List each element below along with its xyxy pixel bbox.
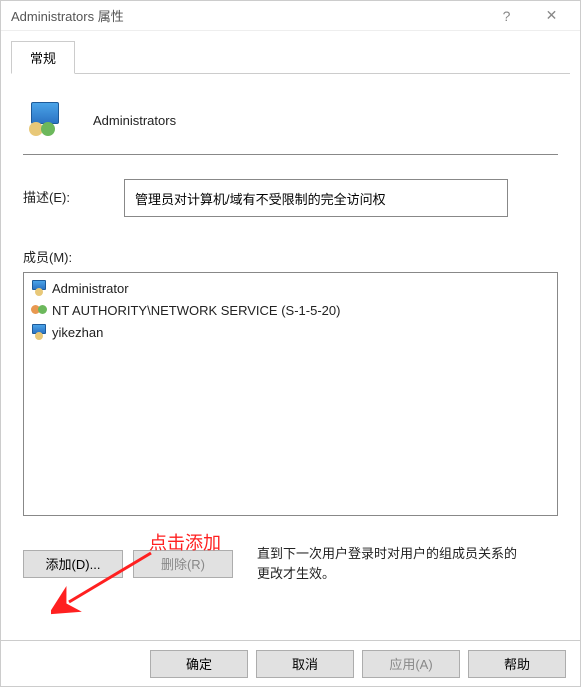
member-name: Administrator	[52, 281, 129, 296]
group-name: Administrators	[93, 113, 176, 128]
titlebar: Administrators 属性 ? ✕	[1, 1, 580, 31]
ok-button[interactable]: 确定	[150, 650, 248, 678]
member-name: yikezhan	[52, 325, 103, 340]
group-icon	[27, 102, 63, 138]
member-item[interactable]: yikezhan	[28, 321, 553, 343]
member-item[interactable]: Administrator	[28, 277, 553, 299]
members-list[interactable]: Administrator NT AUTHORITY\NETWORK SERVIC…	[23, 272, 558, 516]
apply-button[interactable]: 应用(A)	[362, 650, 460, 678]
bottom-button-bar: 确定 取消 应用(A) 帮助	[1, 640, 580, 686]
member-name: NT AUTHORITY\NETWORK SERVICE (S-1-5-20)	[52, 303, 340, 318]
members-label: 成员(M):	[23, 247, 558, 266]
group-header: Administrators	[23, 94, 558, 155]
help-button[interactable]: ?	[484, 2, 529, 30]
tab-general[interactable]: 常规	[11, 41, 75, 74]
add-remove-row: 添加(D)... 删除(R) 直到下一次用户登录时对用户的组成员关系的更改才生效…	[23, 544, 558, 583]
membership-note: 直到下一次用户登录时对用户的组成员关系的更改才生效。	[257, 544, 517, 583]
user-icon	[30, 323, 48, 341]
member-item[interactable]: NT AUTHORITY\NETWORK SERVICE (S-1-5-20)	[28, 299, 553, 321]
window-title: Administrators 属性	[11, 6, 484, 25]
dialog-content: 常规 Administrators 描述(E): 管理员对计算机/域有不受限制的…	[1, 31, 580, 640]
cancel-button[interactable]: 取消	[256, 650, 354, 678]
description-row: 描述(E): 管理员对计算机/域有不受限制的完全访问权	[23, 179, 558, 217]
help-button-bottom[interactable]: 帮助	[468, 650, 566, 678]
description-label: 描述(E):	[23, 179, 70, 206]
close-button[interactable]: ✕	[529, 2, 574, 30]
add-button[interactable]: 添加(D)...	[23, 550, 123, 578]
properties-dialog: Administrators 属性 ? ✕ 常规 Administrators …	[0, 0, 581, 687]
two-users-icon	[30, 301, 48, 319]
remove-button[interactable]: 删除(R)	[133, 550, 233, 578]
user-icon	[30, 279, 48, 297]
tabs: 常规	[11, 41, 570, 74]
description-field[interactable]: 管理员对计算机/域有不受限制的完全访问权	[124, 179, 508, 217]
general-panel: Administrators 描述(E): 管理员对计算机/域有不受限制的完全访…	[11, 84, 570, 595]
